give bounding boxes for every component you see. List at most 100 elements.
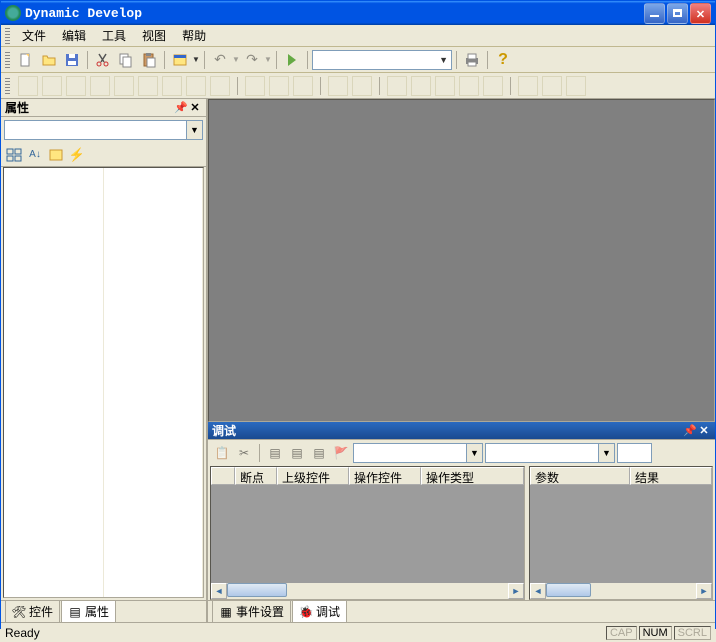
same-width-button[interactable]: [162, 76, 182, 96]
scroll-left-icon[interactable]: ◄: [530, 583, 546, 599]
grid-button[interactable]: [518, 76, 538, 96]
tab-controls[interactable]: 🛠 控件: [5, 600, 60, 622]
close-panel-icon[interactable]: ✕: [697, 424, 711, 438]
gripper-icon: [5, 78, 10, 94]
scroll-right-icon[interactable]: ►: [508, 583, 524, 599]
hspace-increase-button[interactable]: [269, 76, 289, 96]
scroll-right-icon[interactable]: ►: [696, 583, 712, 599]
scrollbar[interactable]: ◄ ►: [211, 583, 524, 599]
same-height-button[interactable]: [186, 76, 206, 96]
menu-file[interactable]: 文件: [14, 25, 54, 46]
send-back-button[interactable]: [459, 76, 479, 96]
statusbar: Ready CAP NUM SCRL: [1, 622, 715, 642]
debug-delete-button[interactable]: ✂: [234, 443, 254, 463]
col-breakpoint[interactable]: 断点: [235, 467, 277, 485]
hspace-equal-button[interactable]: [245, 76, 265, 96]
property-grid[interactable]: [3, 167, 204, 598]
close-button[interactable]: [690, 3, 711, 24]
col-result[interactable]: 结果: [630, 467, 712, 485]
col-blank[interactable]: [211, 467, 235, 485]
scroll-left-icon[interactable]: ◄: [211, 583, 227, 599]
run-button[interactable]: [281, 49, 303, 71]
menu-tools[interactable]: 工具: [94, 25, 134, 46]
align-top-button[interactable]: [90, 76, 110, 96]
alphabetical-icon[interactable]: A↓: [26, 146, 44, 164]
debug-combo-1[interactable]: ▼: [353, 443, 483, 463]
tab-event-settings[interactable]: ▦ 事件设置: [212, 600, 291, 622]
vspace-equal-button[interactable]: [328, 76, 348, 96]
toolbar-combo[interactable]: ▼: [312, 50, 452, 70]
design-canvas[interactable]: [208, 99, 715, 422]
app-icon: [5, 5, 21, 21]
pin-icon[interactable]: 📌: [174, 101, 188, 115]
snap-button[interactable]: [542, 76, 562, 96]
tools-icon: 🛠: [12, 605, 26, 619]
menu-view[interactable]: 视图: [134, 25, 174, 46]
tab-label: 调试: [316, 603, 340, 620]
separator: [456, 51, 457, 69]
minimize-button[interactable]: [644, 3, 665, 24]
property-object-combo[interactable]: ▼: [4, 120, 203, 140]
debug-breakpoint-button[interactable]: 🚩: [331, 443, 351, 463]
dropdown-arrow-icon[interactable]: ▼: [232, 55, 240, 64]
tab-debug[interactable]: 🐞 调试: [292, 600, 347, 622]
debug-step-button[interactable]: ▤: [265, 443, 285, 463]
scrollbar[interactable]: ◄ ►: [530, 583, 712, 599]
property-pages-icon[interactable]: [47, 146, 65, 164]
dropdown-arrow-icon: ▼: [466, 444, 482, 462]
col-op-type[interactable]: 操作类型: [421, 467, 524, 485]
align-center-button[interactable]: [42, 76, 62, 96]
status-cap: CAP: [606, 626, 637, 640]
new-button[interactable]: [15, 49, 37, 71]
center-h-button[interactable]: [387, 76, 407, 96]
col-parent-control[interactable]: 上级控件: [277, 467, 349, 485]
align-bottom-button[interactable]: [138, 76, 158, 96]
tab-order-button[interactable]: [483, 76, 503, 96]
undo-button[interactable]: ↶: [209, 49, 231, 71]
debug-combo-3[interactable]: [617, 443, 652, 463]
bring-front-button[interactable]: [435, 76, 455, 96]
align-left-button[interactable]: [18, 76, 38, 96]
save-button[interactable]: [61, 49, 83, 71]
col-params[interactable]: 参数: [530, 467, 630, 485]
copy-button[interactable]: [115, 49, 137, 71]
tab-properties[interactable]: ▤ 属性: [61, 600, 116, 622]
center-v-button[interactable]: [411, 76, 431, 96]
events-icon[interactable]: ⚡: [68, 146, 86, 164]
align-right-button[interactable]: [66, 76, 86, 96]
close-panel-icon[interactable]: ✕: [188, 101, 202, 115]
separator: [237, 77, 238, 95]
separator: [164, 51, 165, 69]
col-op-control[interactable]: 操作控件: [349, 467, 421, 485]
debug-table-body[interactable]: [530, 485, 712, 583]
property-toolbar: A↓ ⚡: [1, 143, 206, 167]
debug-step3-button[interactable]: ▤: [309, 443, 329, 463]
menu-edit[interactable]: 编辑: [54, 25, 94, 46]
dropdown-arrow-icon[interactable]: ▼: [264, 55, 272, 64]
menu-help[interactable]: 帮助: [174, 25, 214, 46]
form-button[interactable]: [169, 49, 191, 71]
scroll-thumb[interactable]: [227, 583, 287, 597]
open-button[interactable]: [38, 49, 60, 71]
debug-combo-2[interactable]: ▼: [485, 443, 615, 463]
lock-button[interactable]: [566, 76, 586, 96]
pin-icon[interactable]: 📌: [683, 424, 697, 438]
paste-button[interactable]: [138, 49, 160, 71]
tab-label: 属性: [85, 603, 109, 620]
same-size-button[interactable]: [210, 76, 230, 96]
gripper-icon: [5, 52, 10, 68]
cut-button[interactable]: [92, 49, 114, 71]
redo-button[interactable]: ↷: [241, 49, 263, 71]
debug-table-body[interactable]: [211, 485, 524, 583]
dropdown-arrow-icon[interactable]: ▼: [192, 55, 200, 64]
debug-step2-button[interactable]: ▤: [287, 443, 307, 463]
debug-add-button[interactable]: 📋: [212, 443, 232, 463]
vspace-increase-button[interactable]: [352, 76, 372, 96]
align-middle-button[interactable]: [114, 76, 134, 96]
print-button[interactable]: [461, 49, 483, 71]
hspace-decrease-button[interactable]: [293, 76, 313, 96]
categorized-icon[interactable]: [5, 146, 23, 164]
help-button[interactable]: ?: [492, 49, 514, 71]
scroll-thumb[interactable]: [546, 583, 591, 597]
maximize-button[interactable]: [667, 3, 688, 24]
